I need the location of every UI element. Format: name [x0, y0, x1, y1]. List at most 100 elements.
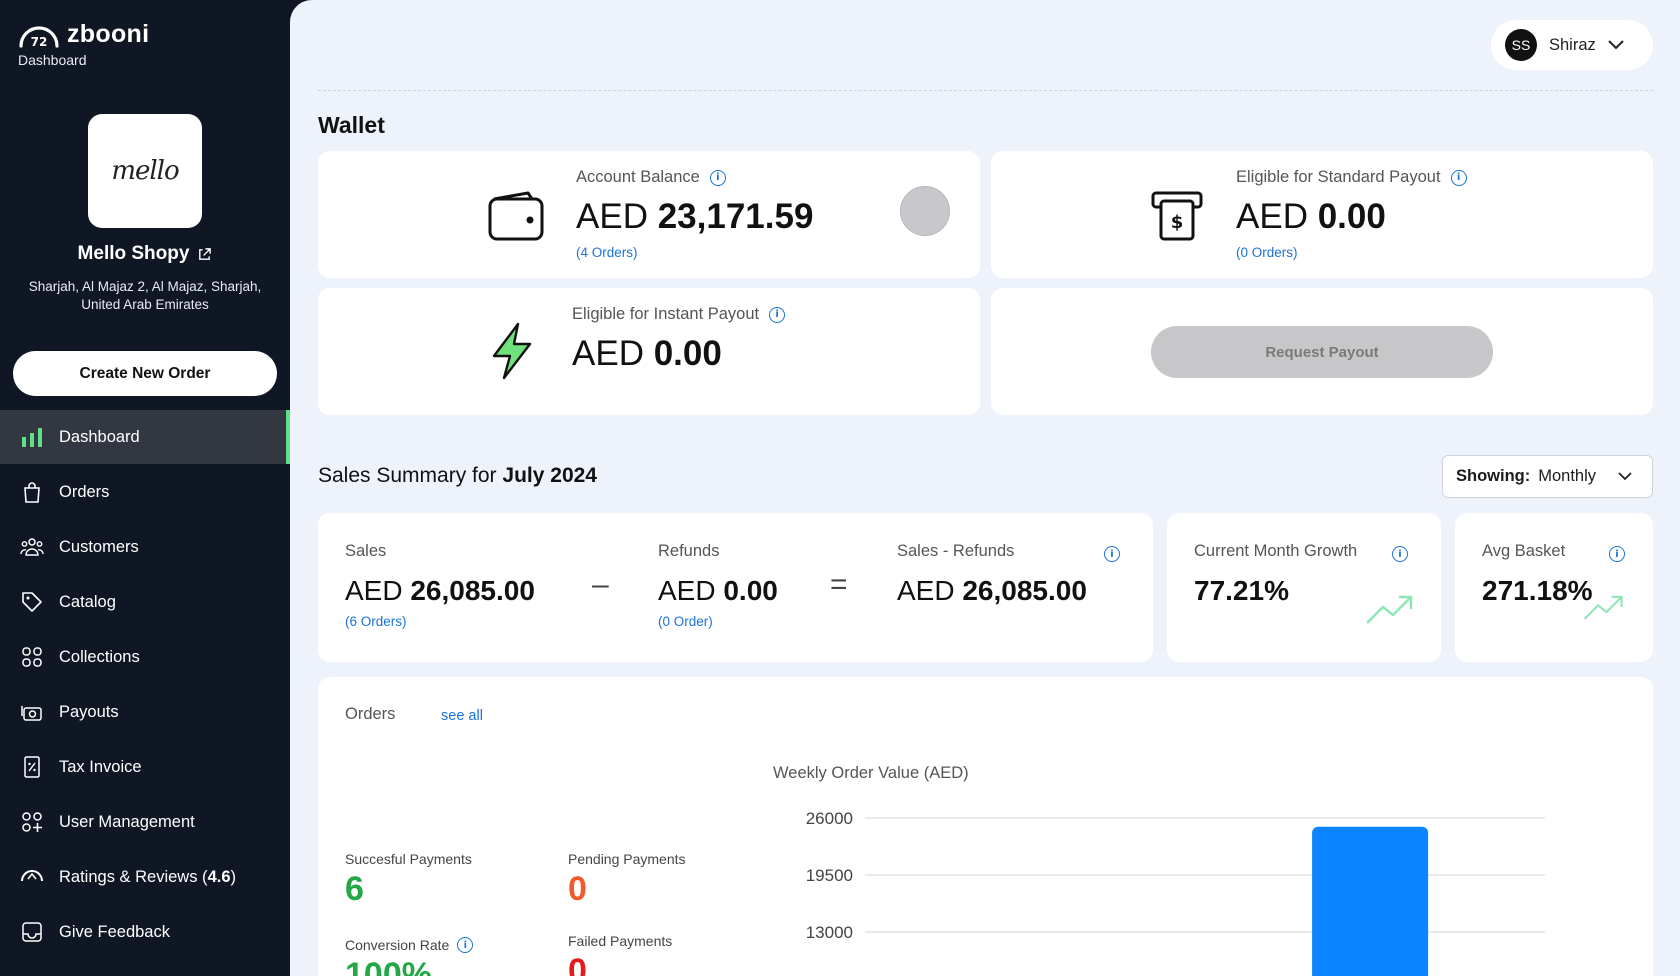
info-icon[interactable]: i: [1104, 546, 1120, 562]
sidebar-item-payouts[interactable]: Payouts: [0, 685, 290, 739]
chevron-down-icon: [1608, 40, 1624, 50]
growth-value: 77.21%: [1194, 575, 1289, 606]
see-all-link[interactable]: see all: [441, 708, 483, 724]
brand-logo[interactable]: 72 zbooni: [17, 20, 149, 49]
brand-subtitle: Dashboard: [18, 52, 87, 68]
failed-payments-value: 0: [568, 952, 587, 976]
cash-icon: [19, 699, 45, 725]
request-payout-button[interactable]: Request Payout: [1151, 326, 1493, 378]
sidebar-item-give-feedback[interactable]: Give Feedback: [0, 905, 290, 959]
zbooni-logo-icon: 72: [19, 25, 59, 48]
standard-payout-label: Eligible for Standard Payout i: [1236, 168, 1467, 187]
account-balance-card: Account Balance i AED 23,171.59 (4 Orders…: [318, 151, 980, 278]
svg-text:72: 72: [31, 35, 48, 48]
users-icon: [19, 534, 45, 560]
account-balance-orders[interactable]: (4 Orders): [576, 245, 638, 260]
successful-payments-label: Succesful Payments: [345, 851, 472, 867]
refunds-orders[interactable]: (0 Order): [658, 614, 713, 629]
shopping-bag-icon: [19, 479, 45, 505]
store-name[interactable]: Mello Shopy: [0, 243, 290, 265]
create-new-order-button[interactable]: Create New Order: [13, 351, 277, 396]
grid-icon: [19, 644, 45, 670]
standard-payout-orders[interactable]: (0 Orders): [1236, 245, 1298, 260]
chart-bar[interactable]: [1312, 826, 1429, 976]
tag-icon: [19, 589, 45, 615]
main-content: SS Shiraz Wallet Account Balance i AED 23…: [290, 0, 1680, 976]
orders-panel: Orders see all Succesful Payments 6 Pend…: [318, 677, 1653, 976]
avg-basket-label: Avg Basket: [1482, 542, 1566, 560]
request-payout-card: Request Payout: [991, 288, 1653, 415]
period-select[interactable]: Showing: Monthly: [1442, 455, 1653, 498]
wallet-title: Wallet: [318, 112, 385, 138]
sidebar-item-ratings-reviews[interactable]: Ratings & Reviews (4.6): [0, 850, 290, 904]
sidebar-item-catalog[interactable]: Catalog: [0, 575, 290, 629]
refunds-amount: AED 0.00: [658, 575, 778, 606]
instant-payout-label: Eligible for Instant Payout i: [572, 305, 786, 324]
sidebar-item-dashboard[interactable]: Dashboard: [0, 410, 290, 464]
net-sales-label: Sales - Refunds: [897, 542, 1015, 560]
chart-y-tick-label: 19500: [806, 866, 853, 885]
balance-toggle[interactable]: [900, 186, 950, 236]
trending-up-icon: [1366, 595, 1413, 624]
store-address: Sharjah, Al Majaz 2, Al Majaz, Sharjah, …: [28, 279, 262, 312]
conversion-rate-label: Conversion Rate i: [345, 937, 474, 953]
minus-sign: –: [592, 568, 609, 601]
brand-name: zbooni: [67, 20, 150, 48]
weekly-order-value-chart: 26000 19500 13000: [806, 809, 1545, 976]
header-divider: [318, 90, 1653, 91]
avg-basket-card: Avg Basket i 271.18%: [1455, 513, 1653, 662]
receipt-icon: [19, 754, 45, 780]
inbox-icon: [19, 919, 45, 945]
sidebar-item-collections[interactable]: Collections: [0, 630, 290, 684]
info-icon[interactable]: i: [1450, 169, 1467, 186]
standard-payout-card: $ Eligible for Standard Payout i AED 0.00…: [991, 151, 1653, 278]
refunds-label: Refunds: [658, 542, 720, 560]
info-icon[interactable]: i: [457, 937, 474, 953]
trending-up-icon: [1583, 595, 1623, 620]
store-logo: mello: [88, 114, 202, 228]
user-menu[interactable]: SS Shiraz: [1491, 20, 1653, 70]
instant-payout-amount: AED 0.00: [572, 334, 722, 373]
bar-chart-icon: [19, 424, 45, 450]
rating-value: 4.6: [207, 867, 231, 886]
sales-label: Sales: [345, 542, 387, 560]
sidebar: 72 zbooni Dashboard mello Mello Shopy Sh…: [0, 0, 290, 976]
store-logo-text: mello: [111, 156, 179, 186]
sidebar-item-user-management[interactable]: User Management: [0, 795, 290, 849]
standard-payout-amount: AED 0.00: [1236, 197, 1386, 236]
account-balance-label: Account Balance i: [576, 168, 726, 187]
sidebar-item-orders[interactable]: Orders: [0, 465, 290, 519]
orders-panel-title: Orders: [345, 705, 396, 723]
account-balance-amount: AED 23,171.59: [576, 197, 814, 236]
chevron-down-icon: [1618, 472, 1632, 481]
conversion-rate-value: 100%: [345, 956, 432, 976]
info-icon[interactable]: i: [1609, 546, 1625, 562]
rating-icon: [19, 864, 45, 890]
failed-payments-label: Failed Payments: [568, 933, 673, 949]
equals-sign: =: [830, 568, 848, 601]
successful-payments-value: 6: [345, 870, 364, 908]
chart-y-tick-label: 13000: [806, 923, 853, 942]
net-sales-amount: AED 26,085.00: [897, 575, 1087, 606]
pending-payments-value: 0: [568, 870, 587, 908]
sales-card: Sales AED 26,085.00 (6 Orders) – Refunds…: [318, 513, 1153, 662]
growth-label: Current Month Growth: [1194, 542, 1358, 560]
wallet-icon: [488, 191, 544, 241]
cash-withdraw-icon: $: [1151, 191, 1203, 241]
pending-payments-label: Pending Payments: [568, 851, 686, 867]
sales-amount: AED 26,085.00: [345, 575, 535, 606]
external-link-icon[interactable]: [197, 247, 212, 262]
chart-title: Weekly Order Value (AED): [773, 764, 969, 782]
info-icon[interactable]: i: [1392, 546, 1408, 562]
avg-basket-value: 271.18%: [1482, 575, 1593, 606]
avatar: SS: [1505, 29, 1537, 61]
info-icon[interactable]: i: [709, 169, 726, 186]
sidebar-item-tax-invoice[interactable]: Tax Invoice: [0, 740, 290, 794]
info-icon[interactable]: i: [769, 306, 786, 323]
chart-y-tick-label: 26000: [806, 809, 853, 828]
user-name: Shiraz: [1549, 35, 1596, 54]
svg-text:$: $: [1171, 212, 1184, 233]
sales-orders[interactable]: (6 Orders): [345, 614, 407, 629]
growth-card: Current Month Growth i 77.21%: [1167, 513, 1441, 662]
sidebar-item-customers[interactable]: Customers: [0, 520, 290, 574]
